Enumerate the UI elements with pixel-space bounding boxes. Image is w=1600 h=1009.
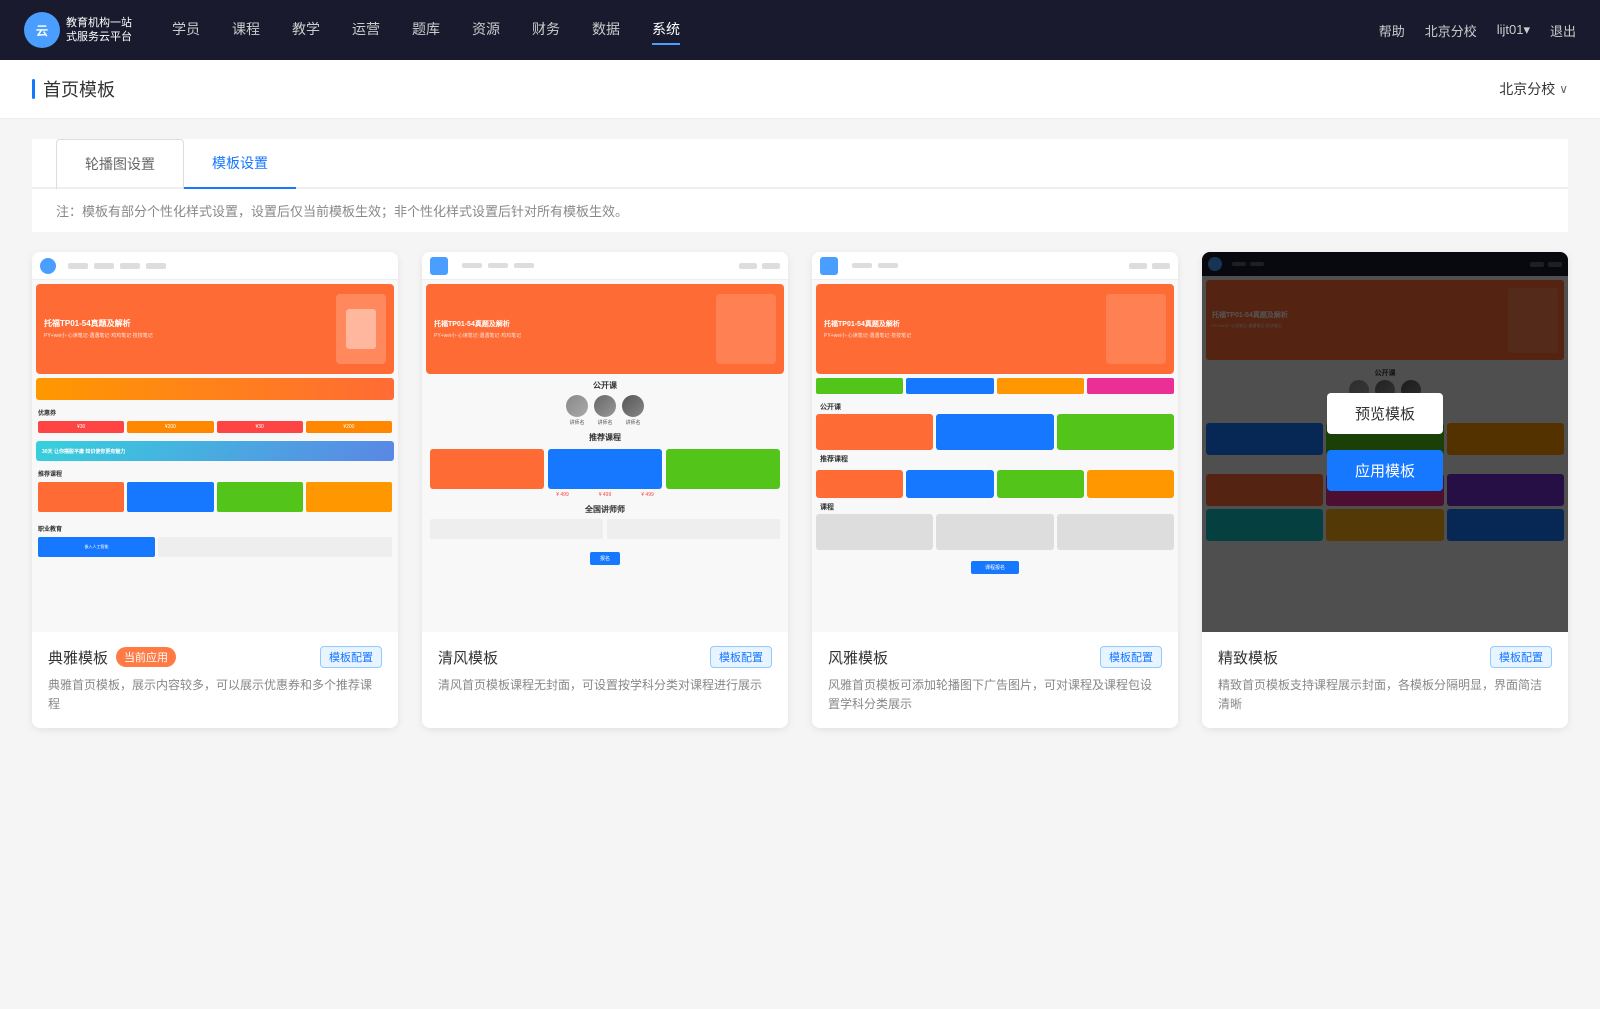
page-title: 首页模板 [32, 76, 115, 102]
nav-item-caiwu[interactable]: 财务 [532, 15, 560, 45]
nav-item-kecheng[interactable]: 课程 [232, 15, 260, 45]
tab-carousel[interactable]: 轮播图设置 [56, 139, 184, 189]
nav-user[interactable]: lijt01▾ [1497, 22, 1530, 38]
nav-right: 帮助 北京分校 lijt01▾ 退出 [1379, 21, 1576, 40]
template-desc-dianya: 典雅首页模板，展示内容较多，可以展示优惠券和多个推荐课程 [48, 676, 382, 714]
config-btn-jingzhi[interactable]: 模板配置 [1490, 646, 1552, 668]
preview-btn-qingfeng[interactable]: 预览模板 [547, 393, 663, 434]
preview-btn-jingzhi[interactable]: 预览模板 [1327, 393, 1443, 434]
logo-icon: 云 [24, 12, 60, 48]
tabs: 轮播图设置 模板设置 [32, 139, 1568, 189]
template-desc-jingzhi: 精致首页模板支持课程展示封面，各模板分隔明显，界面简洁清晰 [1218, 676, 1552, 714]
template-info-jingzhi: 精致模板 模板配置 精致首页模板支持课程展示封面，各模板分隔明显，界面简洁清晰 [1202, 632, 1568, 728]
nav-branch[interactable]: 北京分校 [1425, 21, 1477, 40]
template-desc-qingfeng: 清风首页模板课程无封面，可设置按学科分类对课程进行展示 [438, 676, 772, 695]
config-btn-qingfeng[interactable]: 模板配置 [710, 646, 772, 668]
config-btn-dianya[interactable]: 模板配置 [320, 646, 382, 668]
template-name-jingzhi: 精致模板 [1218, 647, 1278, 668]
template-card-fengya: 托福TP01-54真题及解析 PY+wei小·心读笔记·遇遇笔记·技技笔记 公开… [812, 252, 1178, 728]
apply-btn-fengya[interactable]: 应用模板 [937, 450, 1053, 491]
template-card-qingfeng: 托福TP01-54真题及解析 PY+wei小·心读笔记·遇遇笔记·鸡鸡笔记 公开… [422, 252, 788, 728]
branch-selector[interactable]: 北京分校 [1499, 79, 1568, 99]
apply-btn-qingfeng[interactable]: 应用模板 [547, 450, 663, 491]
page-header: 首页模板 北京分校 [0, 60, 1600, 119]
note-text: 注：模板有部分个性化样式设置，设置后仅当前模板生效；非个性化样式设置后针对所有模… [32, 189, 1568, 232]
template-preview-fengya[interactable]: 托福TP01-54真题及解析 PY+wei小·心读笔记·遇遇笔记·技技笔记 公开… [812, 252, 1178, 632]
logo-text: 教育机构一站 式服务云平台 [66, 16, 132, 45]
tabs-container: 轮播图设置 模板设置 [32, 139, 1568, 189]
template-card-jingzhi: 托福TP01-54真题及解析 PY+wei小·心读笔记·遇遇笔记·技技笔记 公开… [1202, 252, 1568, 728]
template-name-qingfeng: 清风模板 [438, 647, 498, 668]
apply-btn-dianya[interactable]: 应用模板 [157, 450, 273, 491]
template-name-dianya: 典雅模板 [48, 647, 108, 668]
template-preview-dianya[interactable]: 托福TP01-54真题及解析 PY+wei小·心读笔记·遇遇笔记·鸡鸡笔记·技技… [32, 252, 398, 632]
nav-item-shuju[interactable]: 数据 [592, 15, 620, 45]
template-grid: 托福TP01-54真题及解析 PY+wei小·心读笔记·遇遇笔记·鸡鸡笔记·技技… [32, 252, 1568, 728]
template-name-fengya: 风雅模板 [828, 647, 888, 668]
nav-help[interactable]: 帮助 [1379, 21, 1405, 40]
nav-item-jiaoxue[interactable]: 教学 [292, 15, 320, 45]
template-overlay-jingzhi: 预览模板 应用模板 [1202, 252, 1568, 632]
apply-btn-jingzhi[interactable]: 应用模板 [1327, 450, 1443, 491]
template-card-dianya: 托福TP01-54真题及解析 PY+wei小·心读笔记·遇遇笔记·鸡鸡笔记·技技… [32, 252, 398, 728]
nav-item-xitong[interactable]: 系统 [652, 15, 680, 45]
template-info-dianya: 典雅模板 当前应用 模板配置 典雅首页模板，展示内容较多，可以展示优惠券和多个推… [32, 632, 398, 728]
nav-item-ziyuan[interactable]: 资源 [472, 15, 500, 45]
preview-btn-fengya[interactable]: 预览模板 [937, 393, 1053, 434]
config-btn-fengya[interactable]: 模板配置 [1100, 646, 1162, 668]
nav-item-yunyun[interactable]: 运营 [352, 15, 380, 45]
nav-item-tiku[interactable]: 题库 [412, 15, 440, 45]
nav-item-xueyuan[interactable]: 学员 [172, 15, 200, 45]
preview-btn-dianya[interactable]: 预览模板 [157, 393, 273, 434]
template-preview-qingfeng[interactable]: 托福TP01-54真题及解析 PY+wei小·心读笔记·遇遇笔记·鸡鸡笔记 公开… [422, 252, 788, 632]
template-desc-fengya: 风雅首页模板可添加轮播图下广告图片，可对课程及课程包设置学科分类展示 [828, 676, 1162, 714]
template-preview-jingzhi[interactable]: 托福TP01-54真题及解析 PY+wei小·心读笔记·遇遇笔记·技技笔记 公开… [1202, 252, 1568, 632]
main-nav: 云 教育机构一站 式服务云平台 学员 课程 教学 运营 题库 资源 财务 数据 … [0, 0, 1600, 60]
nav-logout[interactable]: 退出 [1550, 21, 1576, 40]
tab-template[interactable]: 模板设置 [184, 139, 296, 187]
logo[interactable]: 云 教育机构一站 式服务云平台 [24, 12, 132, 48]
template-info-qingfeng: 清风模板 模板配置 清风首页模板课程无封面，可设置按学科分类对课程进行展示 [422, 632, 788, 709]
nav-menu: 学员 课程 教学 运营 题库 资源 财务 数据 系统 [172, 15, 1379, 45]
badge-current-dianya: 当前应用 [116, 647, 176, 667]
template-info-fengya: 风雅模板 模板配置 风雅首页模板可添加轮播图下广告图片，可对课程及课程包设置学科… [812, 632, 1178, 728]
main-content: 轮播图设置 模板设置 注：模板有部分个性化样式设置，设置后仅当前模板生效；非个性… [0, 119, 1600, 1009]
